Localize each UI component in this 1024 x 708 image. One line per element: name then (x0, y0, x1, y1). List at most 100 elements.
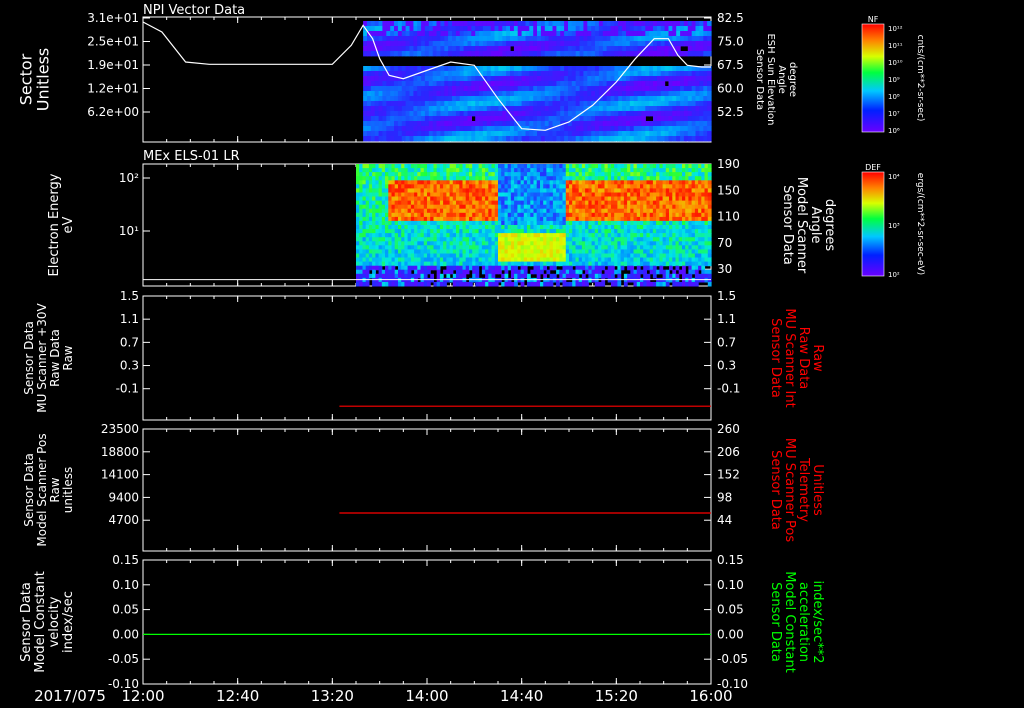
els-heatmap-cell (514, 196, 518, 202)
npi-heatmap-cell (436, 96, 441, 102)
npi-heatmap-cell (571, 131, 577, 137)
els-heatmap-cell (491, 249, 496, 254)
npi-heatmap-cell (595, 121, 600, 127)
npi-heatmap-cell (428, 36, 434, 42)
els-heatmap-cell (385, 233, 389, 238)
npi-heatmap-cell (618, 136, 623, 142)
npi-heatmap-cell (540, 111, 546, 117)
npi-heatmap-cell (448, 21, 453, 27)
els-heatmap-cell (491, 180, 496, 185)
npi-heatmap-cell (633, 121, 639, 127)
npi-heatmap-cell (629, 46, 635, 52)
npi-heatmap-cell (394, 126, 399, 132)
npi-heatmap-cell (506, 46, 511, 52)
npi-heatmap-cell (517, 66, 523, 72)
npi-heatmap-cell (494, 106, 499, 112)
npi-heatmap-cell (482, 131, 488, 137)
npi-heatmap-cell (471, 31, 476, 37)
right-tick-label: 70 (717, 236, 732, 250)
npi-heatmap-cell (428, 126, 434, 132)
els-heatmap-cell (372, 204, 376, 210)
els-heatmap-cell (478, 216, 483, 222)
npi-heatmap-cell (564, 101, 569, 107)
npi-heatmap-cell (506, 21, 511, 27)
npi-heatmap-cell (370, 76, 376, 82)
els-heatmap-cell (475, 273, 480, 279)
npi-heatmap-cell (448, 86, 453, 92)
els-heatmap-cell (598, 164, 602, 169)
npi-heatmap-cell (394, 66, 399, 72)
npi-heatmap-cell (672, 136, 677, 142)
npi-heatmap-cell (510, 96, 515, 102)
els-heatmap-cell (498, 277, 502, 283)
npi-heatmap-cell (645, 21, 650, 27)
npi-heatmap-cell (463, 76, 469, 82)
npi-heatmap-cell (363, 101, 368, 107)
npi-heatmap-cell (424, 111, 430, 117)
npi-heatmap-cell (382, 26, 387, 32)
els-heatmap-cell (501, 261, 505, 267)
npi-heatmap-cell (552, 21, 557, 27)
npi-heatmap-cell (394, 106, 399, 112)
els-heatmap-cell (478, 184, 483, 189)
npi-heatmap-cell (575, 131, 581, 137)
npi-heatmap-cell (424, 126, 430, 132)
els-heatmap-cell (527, 245, 531, 250)
npi-heatmap-cell (610, 76, 615, 82)
npi-heatmap-cell (471, 26, 476, 32)
npi-heatmap-cell (676, 46, 681, 52)
npi-heatmap-cell (618, 36, 623, 42)
els-heatmap-cell (478, 188, 483, 193)
els-heatmap-cell (607, 212, 612, 218)
els-heatmap-cell (372, 216, 376, 222)
els-heatmap-cell (491, 257, 496, 263)
npi-heatmap-cell (687, 76, 693, 82)
left-tick-label: 0.10 (112, 578, 139, 592)
els-heatmap-cell (633, 225, 638, 230)
els-heatmap-cell (372, 164, 376, 169)
els-heatmap-cell (359, 261, 363, 267)
npi-heatmap-cell (482, 91, 488, 97)
npi-heatmap-cell (660, 26, 666, 32)
els-heatmap-cell (527, 220, 531, 226)
npi-heatmap-cell (653, 31, 658, 37)
npi-heatmap-cell (645, 71, 650, 77)
npi-heatmap-cell (498, 71, 503, 77)
npi-heatmap-cell (475, 46, 480, 52)
npi-heatmap-cell (660, 51, 666, 57)
left-tick-label: 0.7 (120, 335, 139, 349)
els-heatmap-cell (527, 164, 531, 169)
npi-heatmap-cell (424, 121, 430, 127)
npi-heatmap-cell (564, 51, 569, 57)
npi-heatmap-cell (571, 86, 577, 92)
npi-heatmap-cell (564, 86, 569, 92)
els-heatmap-cell (549, 229, 554, 234)
els-heatmap-cell (430, 277, 434, 283)
npi-heatmap-cell (424, 136, 430, 142)
els-heatmap-cell (562, 184, 567, 189)
npi-heatmap-cell (560, 76, 565, 82)
els-heatmap-cell (501, 180, 505, 185)
npi-heatmap-cell (676, 31, 681, 37)
npi-heatmap-cell (386, 91, 391, 97)
npi-heatmap-cell (463, 71, 469, 77)
els-heatmap-cell (359, 204, 363, 210)
npi-heatmap-cell (595, 21, 600, 27)
npi-heatmap-cell (452, 46, 457, 52)
npi-heatmap-cell (405, 41, 411, 47)
els-heatmap-cell (478, 233, 483, 238)
npi-heatmap-cell (506, 66, 511, 72)
els-heatmap-cell (365, 281, 370, 287)
els-heatmap-cell (633, 180, 638, 185)
els-heatmap-cell (598, 200, 602, 206)
els-heatmap-cell (620, 172, 625, 177)
npi-heatmap-cell (482, 66, 488, 72)
npi-heatmap-cell (448, 71, 453, 77)
npi-heatmap-cell (459, 111, 465, 117)
npi-heatmap-cell (436, 81, 441, 87)
els-heatmap-cell (372, 233, 376, 238)
npi-heatmap-cell (537, 36, 542, 42)
npi-heatmap-cell (448, 36, 453, 42)
npi-heatmap-cell (564, 26, 569, 32)
els-heatmap-cell (633, 184, 638, 189)
